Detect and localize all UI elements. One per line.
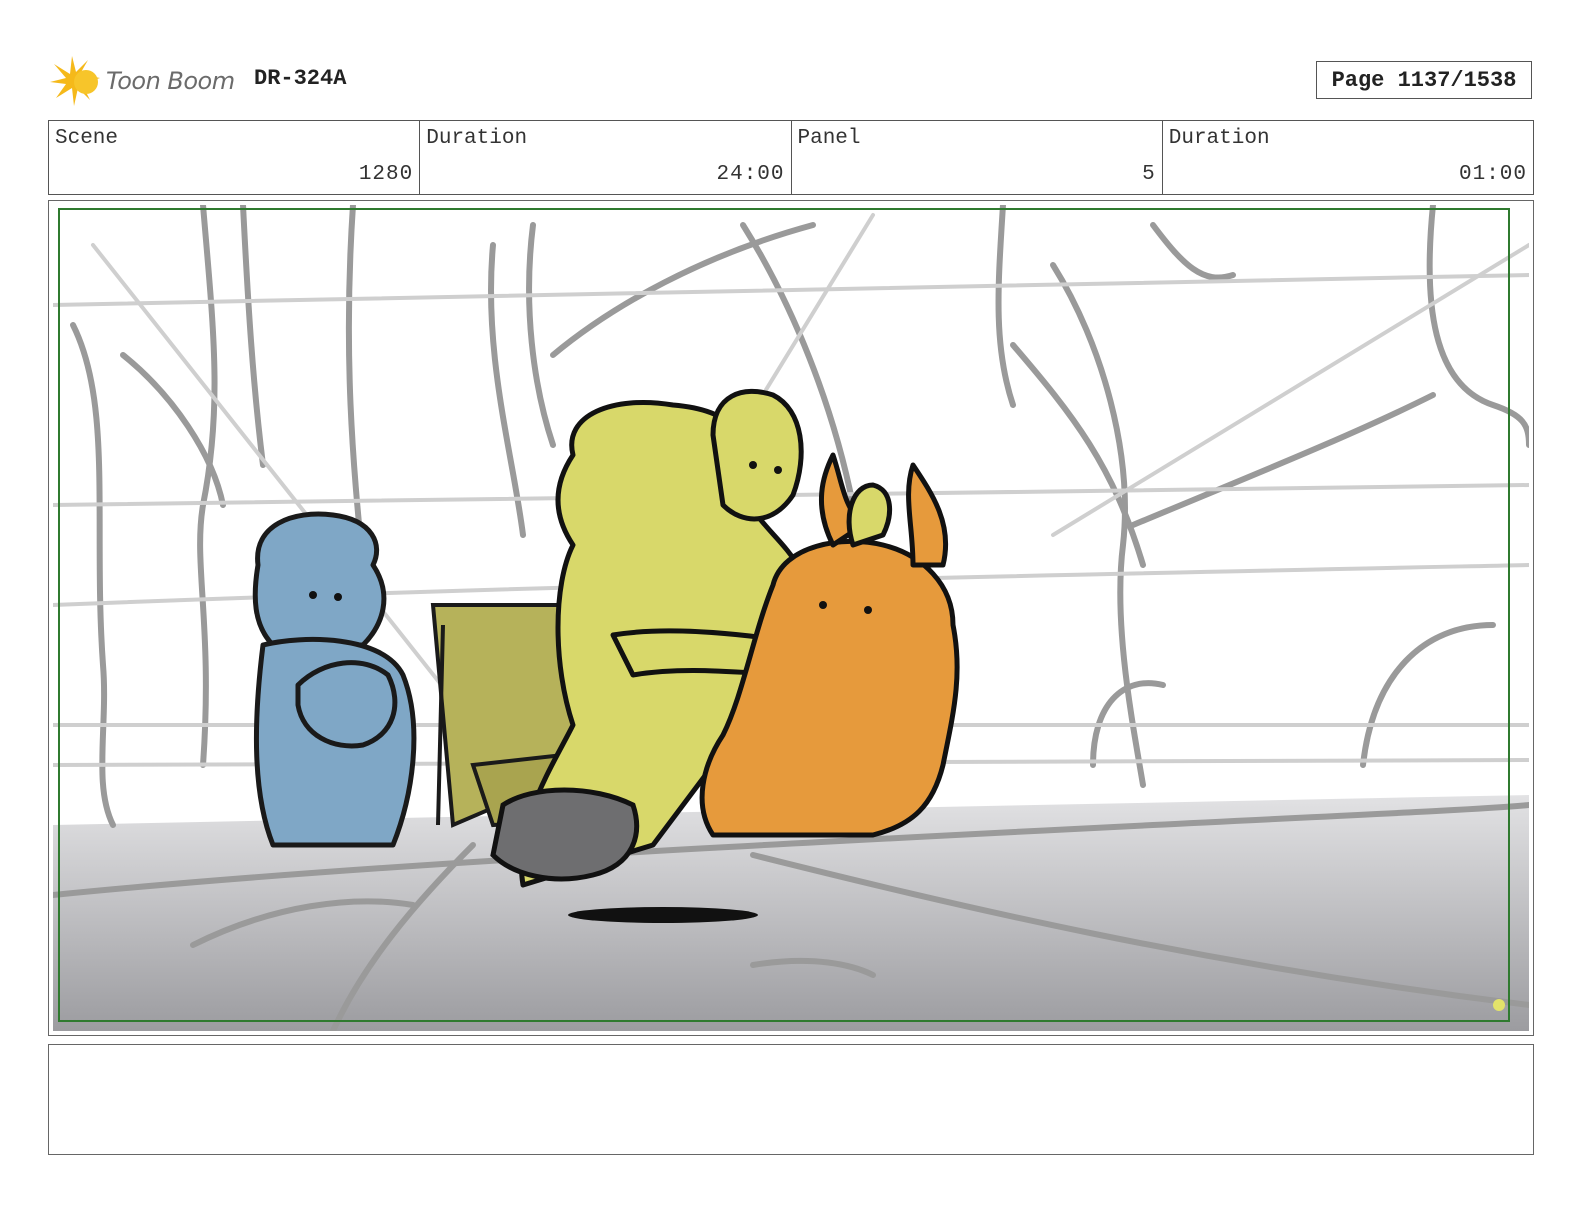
- panel-duration-value: 01:00: [1458, 163, 1527, 186]
- scene-duration-cell: Duration 24:00: [420, 121, 792, 194]
- storyboard-panel: [48, 200, 1534, 1036]
- info-row: Scene 1280 Duration 24:00 Panel 5 Durati…: [48, 120, 1534, 195]
- panel-duration-cell: Duration 01:00: [1163, 121, 1533, 194]
- notes-box[interactable]: [48, 1044, 1534, 1155]
- scene-label: Scene: [55, 127, 119, 150]
- panel-drawing: [53, 205, 1529, 1031]
- floor-shadow: [568, 907, 758, 923]
- marker-dot: [1493, 999, 1505, 1011]
- dark-bag: [490, 787, 640, 882]
- production-code: DR-324A: [254, 66, 347, 91]
- scene-duration-label: Duration: [426, 127, 528, 150]
- panel-duration-label: Duration: [1168, 127, 1270, 150]
- logo-text: Toon Boom: [106, 67, 235, 95]
- scene-cell: Scene 1280: [49, 121, 421, 194]
- panel-value: 5: [1142, 163, 1156, 186]
- toon-boom-logo: Toon Boom: [50, 56, 235, 106]
- scene-duration-value: 24:00: [716, 163, 785, 186]
- starburst-icon: [50, 56, 100, 106]
- page-indicator: Page 1137/1538: [1316, 61, 1532, 99]
- panel-cell: Panel 5: [792, 121, 1163, 194]
- panel-label: Panel: [797, 127, 861, 150]
- scene-value: 1280: [358, 163, 414, 186]
